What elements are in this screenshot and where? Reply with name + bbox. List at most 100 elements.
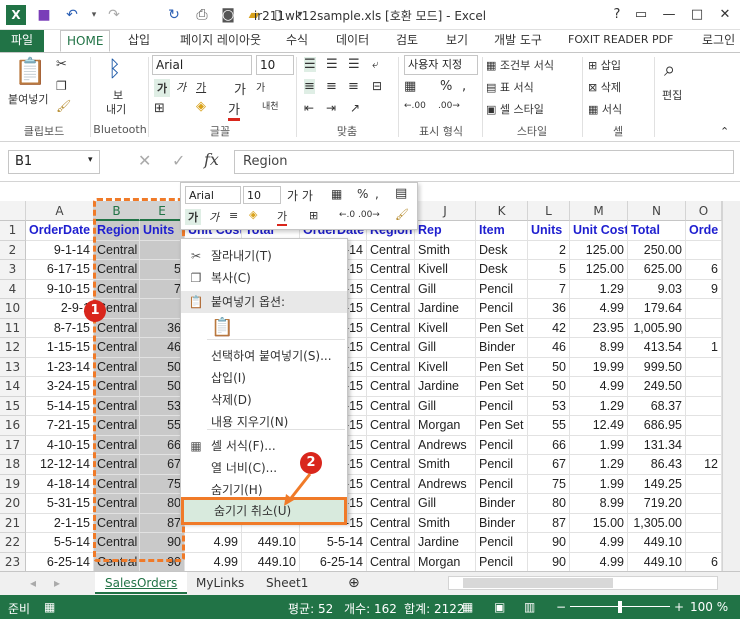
row-header[interactable]: 21 [0, 513, 26, 533]
tab-file[interactable]: 파일 [0, 30, 44, 52]
column-header-n[interactable]: N [628, 201, 686, 221]
cell[interactable]: 149.25 [628, 474, 686, 494]
cell[interactable]: 80 [528, 494, 570, 514]
cell[interactable]: Pen Set [476, 416, 528, 436]
cell[interactable]: Pencil [476, 552, 528, 572]
wrap-text-icon[interactable]: ⤶ [372, 57, 379, 72]
vertical-scrollbar[interactable] [722, 201, 740, 571]
mini-italic-icon[interactable]: 가 [209, 209, 219, 225]
paste-button[interactable]: 붙여넣기 [8, 91, 48, 107]
close-button[interactable]: ✕ [714, 5, 736, 25]
help-button[interactable]: ? [606, 5, 628, 25]
font-size-box[interactable]: 10 [256, 55, 294, 75]
cell[interactable]: 4.99 [185, 533, 242, 553]
cell[interactable]: Pencil [476, 279, 528, 299]
format-painter-icon[interactable]: 🖌 [56, 99, 71, 113]
column-header-a[interactable]: A [26, 201, 94, 221]
cell[interactable]: Pen Set [476, 318, 528, 338]
cell[interactable]: Central [367, 552, 415, 572]
cell[interactable]: Jardine [415, 377, 476, 397]
cell[interactable] [686, 513, 722, 533]
merge-icon[interactable]: ⊟ [372, 79, 382, 93]
cell[interactable]: 6-25-14 [300, 552, 367, 572]
cell[interactable]: Central [367, 455, 415, 475]
bluetooth-send-line2[interactable]: 내기 [106, 101, 126, 117]
cell[interactable]: Pencil [476, 299, 528, 319]
cell[interactable]: Total [628, 221, 686, 241]
collapse-ribbon-icon[interactable]: ⌃ [720, 125, 729, 138]
cell[interactable]: 3-24-15 [26, 377, 94, 397]
cell[interactable] [686, 533, 722, 553]
fill-color-icon[interactable]: ◈ [196, 99, 206, 114]
cell[interactable]: Central [367, 299, 415, 319]
cell[interactable]: 4.99 [570, 377, 628, 397]
cell[interactable]: Central [367, 279, 415, 299]
cell[interactable]: Desk [476, 260, 528, 280]
cancel-icon[interactable]: ✕ [138, 151, 151, 170]
conditional-format-button[interactable]: ▦ 조건부 서식 [486, 57, 554, 73]
column-header-o[interactable]: O [686, 201, 722, 221]
context-menu-item-5[interactable]: 삽입(I) [181, 367, 347, 389]
cell[interactable]: Central [367, 474, 415, 494]
tab-data[interactable]: 데이터 [336, 30, 369, 52]
cell[interactable]: 36 [528, 299, 570, 319]
row-header[interactable]: 17 [0, 435, 26, 455]
cell[interactable]: Morgan [415, 552, 476, 572]
cell[interactable]: 90 [528, 552, 570, 572]
cell[interactable]: 1,005.90 [628, 318, 686, 338]
cell[interactable]: 719.20 [628, 494, 686, 514]
cell[interactable]: 90 [528, 533, 570, 553]
cell[interactable]: Unit Cost [570, 221, 628, 241]
namebox-dropdown-icon[interactable]: ▾ [88, 155, 93, 165]
row-header[interactable]: 1 [0, 221, 26, 241]
cell[interactable]: 12 [686, 455, 722, 475]
tab-page-layout[interactable]: 페이지 레이아웃 [180, 30, 261, 52]
normal-view-icon[interactable]: ▦ [462, 600, 473, 614]
mini-border-icon[interactable]: ⊞ [309, 209, 318, 222]
cell[interactable]: 449.10 [242, 533, 300, 553]
cell[interactable]: Central [367, 416, 415, 436]
cell[interactable]: 4-10-15 [26, 435, 94, 455]
grow-font-button[interactable]: 가 [234, 79, 246, 98]
cell[interactable]: 1.99 [570, 474, 628, 494]
cell[interactable]: 5-5-14 [26, 533, 94, 553]
cell[interactable]: Rep [415, 221, 476, 241]
cell[interactable]: Orde [686, 221, 722, 241]
cell[interactable]: 449.10 [628, 533, 686, 553]
cell[interactable]: Pencil [476, 396, 528, 416]
cell[interactable]: 68.37 [628, 396, 686, 416]
cell[interactable]: Morgan [415, 416, 476, 436]
cell[interactable]: 4-18-14 [26, 474, 94, 494]
cell[interactable]: 4.99 [570, 552, 628, 572]
zoom-out-icon[interactable]: − [556, 600, 566, 614]
sign-in-link[interactable]: 로그인 [702, 30, 735, 52]
scroll-right-icon[interactable]: ▸ [44, 572, 70, 594]
paste-icon[interactable]: 📋 [14, 57, 46, 87]
increase-indent-icon[interactable]: ⇥ [326, 101, 336, 115]
paste-option-icon[interactable]: 📋 [211, 317, 233, 339]
cell[interactable]: 179.64 [628, 299, 686, 319]
cell[interactable]: Pen Set [476, 377, 528, 397]
cell[interactable]: 66 [528, 435, 570, 455]
cell[interactable]: 2 [528, 240, 570, 260]
context-menu-item-8[interactable]: ▦ 셀 서식(F)... [181, 435, 347, 457]
cell[interactable]: 42 [528, 318, 570, 338]
cell[interactable]: 1.29 [570, 279, 628, 299]
enter-icon[interactable]: ✓ [172, 151, 185, 170]
cell[interactable]: 12.49 [570, 416, 628, 436]
sheet-tab-mylinks[interactable]: MyLinks [186, 572, 254, 594]
cell[interactable] [686, 357, 722, 377]
cut-icon[interactable]: ✂ [56, 57, 67, 72]
cell[interactable]: Kivell [415, 318, 476, 338]
cell[interactable]: 7 [528, 279, 570, 299]
currency-icon[interactable]: ▦ [404, 79, 416, 94]
cell[interactable]: 6 [686, 552, 722, 572]
cell[interactable]: Units [528, 221, 570, 241]
cell[interactable]: Binder [476, 494, 528, 514]
cell[interactable]: Pencil [476, 474, 528, 494]
underline-button[interactable]: 가 [196, 79, 206, 95]
row-header[interactable]: 4 [0, 279, 26, 299]
cell[interactable] [686, 318, 722, 338]
row-header[interactable]: 22 [0, 533, 26, 553]
editing-button[interactable]: 편집 [662, 87, 682, 103]
